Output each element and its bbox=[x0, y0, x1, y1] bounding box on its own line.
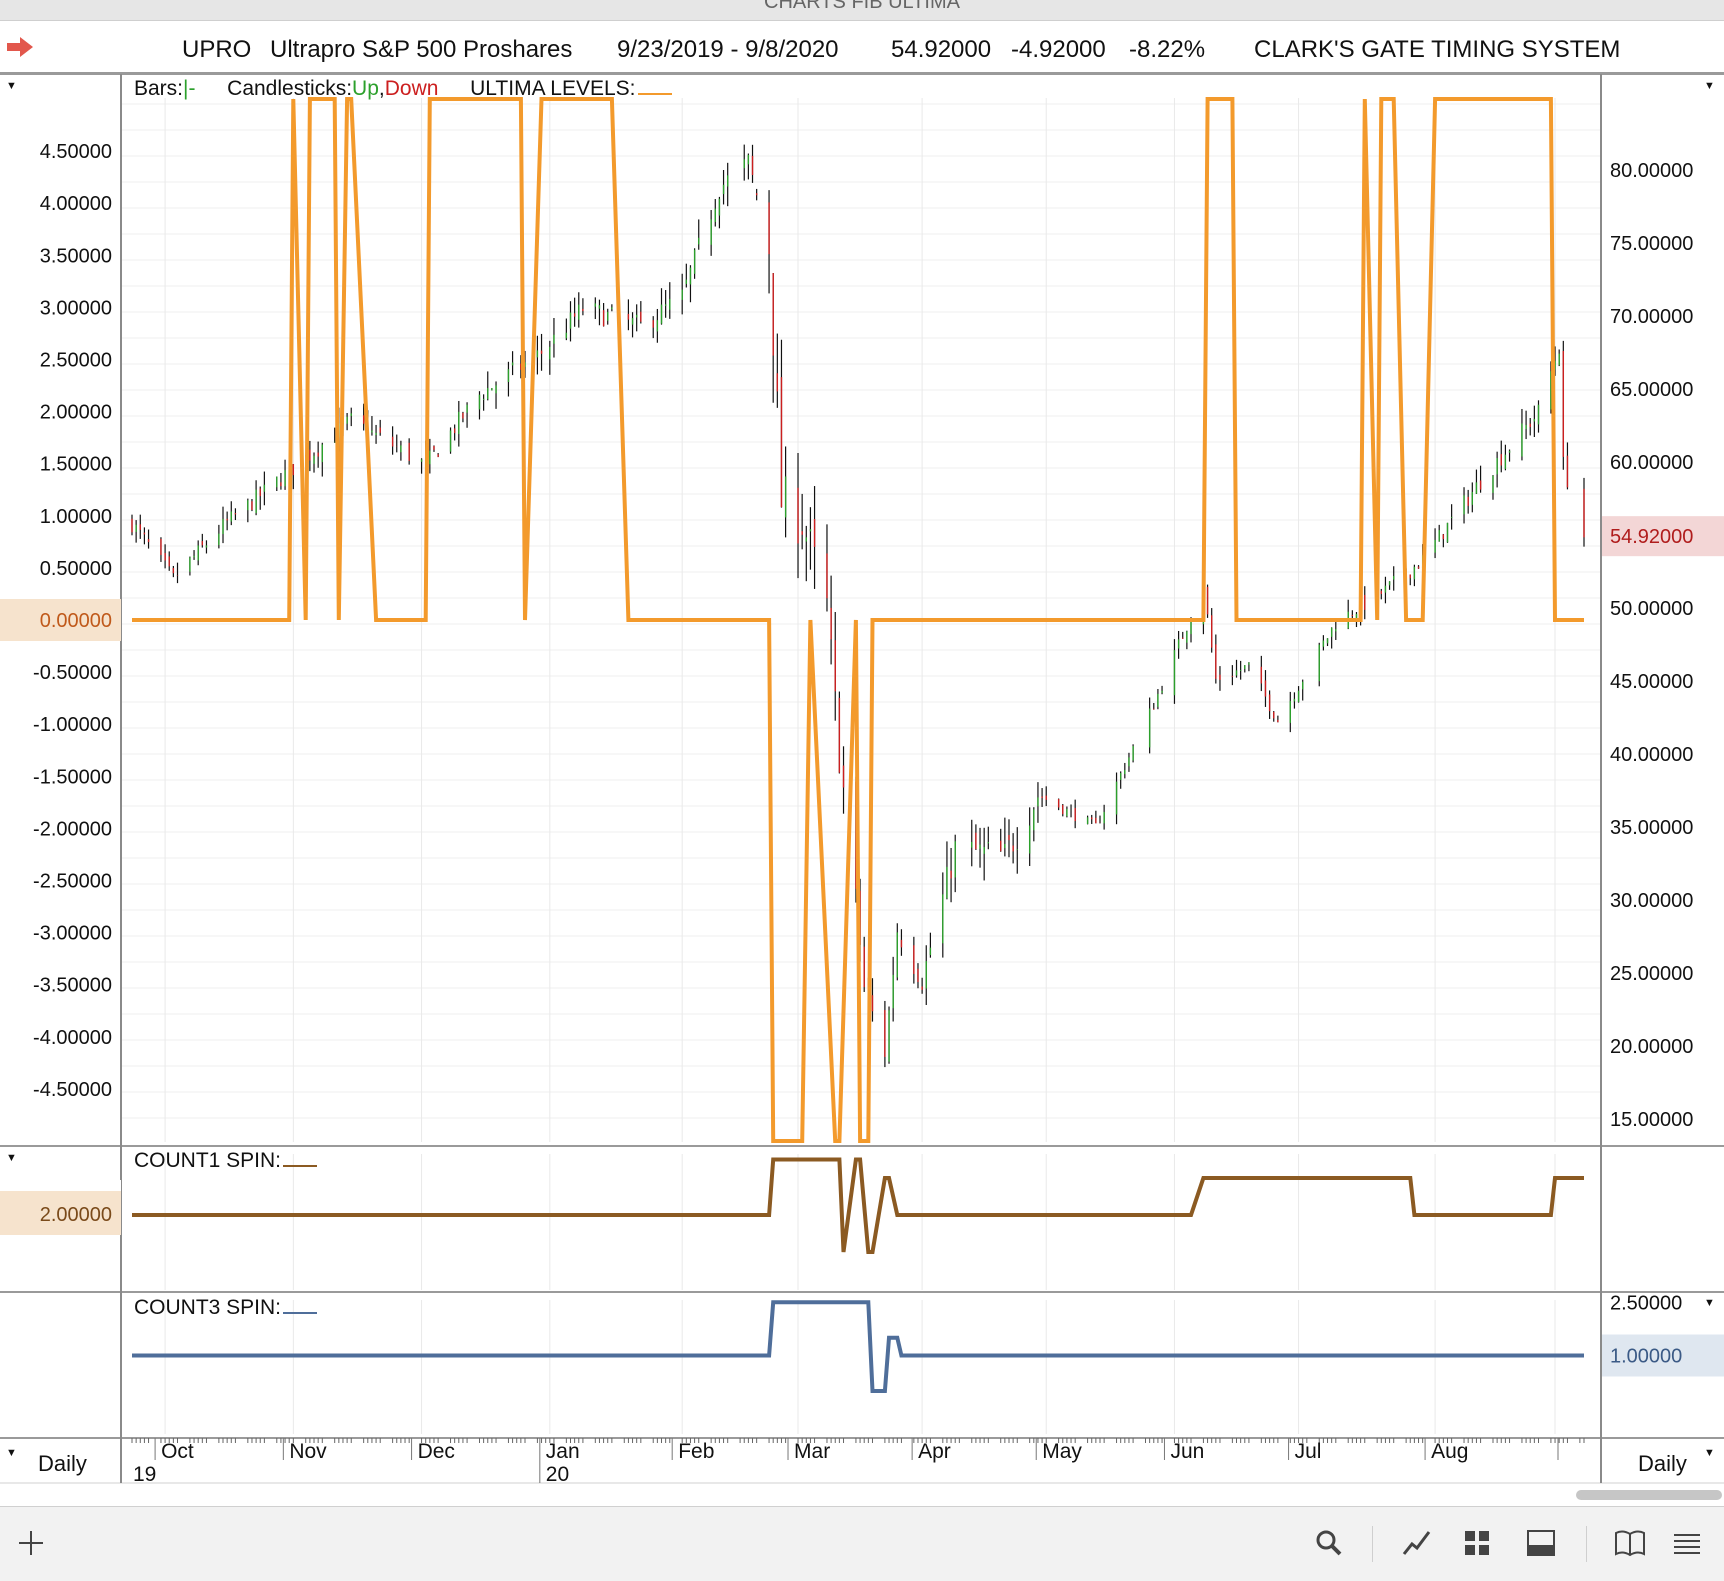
dropdown-icon[interactable]: ▼ bbox=[1704, 1447, 1715, 1459]
x-month-label: Dec bbox=[418, 1440, 455, 1463]
y-tick-label-left: 3.00000 bbox=[40, 297, 112, 319]
periodicity-left[interactable]: Daily bbox=[38, 1451, 87, 1477]
last-price-label: 54.92000 bbox=[1610, 526, 1693, 548]
y-tick-label-right: 50.00000 bbox=[1610, 598, 1693, 620]
y-tick-label-left: -0.50000 bbox=[33, 662, 112, 684]
y-tick-label-left: -2.00000 bbox=[33, 818, 112, 840]
y-tick-label-right: 35.00000 bbox=[1610, 817, 1693, 839]
count3-spin-line bbox=[132, 1300, 1584, 1393]
y-tick-label-right: 30.00000 bbox=[1610, 890, 1693, 912]
y-tick-label-left: 1.50000 bbox=[40, 454, 112, 476]
y-tick-label-left: -3.50000 bbox=[33, 975, 112, 997]
dropdown-icon[interactable]: ▼ bbox=[1704, 80, 1715, 92]
y-tick-label-left: 3.50000 bbox=[40, 245, 112, 267]
y-tick-label-right: 75.00000 bbox=[1610, 233, 1693, 255]
search-icon[interactable] bbox=[1314, 1528, 1344, 1564]
y-tick-label-right: 65.00000 bbox=[1610, 379, 1693, 401]
y-tick-label-left: -3.00000 bbox=[33, 923, 112, 945]
x-month-label: Apr bbox=[918, 1440, 951, 1463]
book-icon[interactable] bbox=[1614, 1528, 1646, 1564]
x-month-label: Oct bbox=[161, 1440, 194, 1463]
dropdown-icon[interactable]: ▼ bbox=[6, 80, 17, 92]
x-month-label: Jan bbox=[546, 1440, 580, 1463]
bars-legend-label: Bars: bbox=[134, 77, 184, 100]
y-tick-label-right: 25.00000 bbox=[1610, 963, 1693, 985]
add-icon[interactable] bbox=[16, 1528, 46, 1564]
ultima-legend-label: ULTIMA LEVELS: bbox=[470, 77, 636, 100]
count3-legend-label: COUNT3 SPIN: bbox=[134, 1296, 282, 1319]
list-icon[interactable] bbox=[1672, 1528, 1702, 1564]
periodicity-right[interactable]: Daily bbox=[1638, 1451, 1687, 1477]
y-tick-label-right: 45.00000 bbox=[1610, 671, 1693, 693]
count3-tick-label: 2.50000 bbox=[1610, 1292, 1682, 1314]
candle-up-label: Up bbox=[352, 77, 379, 100]
panel-icon[interactable] bbox=[1526, 1528, 1556, 1564]
horizontal-scrollbar[interactable] bbox=[1576, 1490, 1722, 1500]
y-tick-label-right: 60.00000 bbox=[1610, 452, 1693, 474]
grid-icon[interactable] bbox=[1462, 1528, 1492, 1564]
candle-down-label: Down bbox=[384, 77, 439, 100]
y-tick-label-right: 70.00000 bbox=[1610, 306, 1693, 328]
dropdown-icon[interactable]: ▼ bbox=[1704, 1297, 1715, 1309]
y-tick-label-right: 40.00000 bbox=[1610, 744, 1693, 766]
ultima-levels-line bbox=[132, 97, 1584, 1143]
count1-legend: COUNT1 SPIN: bbox=[134, 1149, 318, 1173]
count1-current-label: 2.00000 bbox=[40, 1204, 112, 1226]
y-tick-label-left: 0.50000 bbox=[40, 558, 112, 580]
y-tick-label-left: -4.00000 bbox=[33, 1027, 112, 1049]
count3-legend: COUNT3 SPIN: bbox=[134, 1296, 318, 1320]
y-tick-label-right: 80.00000 bbox=[1610, 160, 1693, 182]
count1-spin-line bbox=[132, 1157, 1584, 1254]
y-tick-label-left: 2.50000 bbox=[40, 350, 112, 372]
x-year-label: 19 bbox=[133, 1463, 156, 1486]
y-tick-label-right: 15.00000 bbox=[1610, 1109, 1693, 1131]
x-month-label: Jun bbox=[1170, 1440, 1204, 1463]
x-month-label: Jul bbox=[1295, 1440, 1322, 1463]
y-tick-label-left: -4.50000 bbox=[33, 1079, 112, 1101]
y-tick-label-left: -1.50000 bbox=[33, 766, 112, 788]
chart-canvas[interactable]: 4.50000 4.00000 3.50000 3.00000 2.50000 2.000… bbox=[0, 0, 1724, 1500]
y-tick-label-left: 2.00000 bbox=[40, 402, 112, 424]
dropdown-icon[interactable]: ▼ bbox=[6, 1447, 17, 1459]
bars-legend-glyph: |- bbox=[183, 77, 196, 100]
x-year-label: 20 bbox=[546, 1463, 569, 1486]
x-month-label: Aug bbox=[1431, 1440, 1468, 1463]
y-tick-label-left: 4.00000 bbox=[40, 193, 112, 215]
y-tick-label-left: -2.50000 bbox=[33, 871, 112, 893]
y-tick-label-left: 4.50000 bbox=[40, 141, 112, 163]
y-tick-label-right: 20.00000 bbox=[1610, 1036, 1693, 1058]
x-month-label: Feb bbox=[678, 1440, 714, 1463]
dropdown-icon[interactable]: ▼ bbox=[6, 1152, 17, 1164]
clip-mask bbox=[0, 1180, 121, 1191]
count1-legend-swatch bbox=[283, 1165, 318, 1167]
x-month-label: Mar bbox=[794, 1440, 830, 1463]
current-level-label: 0.00000 bbox=[40, 610, 112, 632]
x-month-label: Nov bbox=[289, 1440, 327, 1463]
y-tick-label-left: -1.00000 bbox=[33, 714, 112, 736]
ultima-legend-swatch bbox=[637, 93, 672, 95]
x-month-label: May bbox=[1042, 1440, 1082, 1463]
count3-legend-swatch bbox=[283, 1312, 318, 1314]
candlesticks-legend-label: Candlesticks: bbox=[227, 77, 353, 100]
price-legend: Bars:|- Candlesticks:Up,Down ULTIMA LEVE… bbox=[134, 77, 672, 101]
y-tick-label-left: 1.00000 bbox=[40, 506, 112, 528]
count3-current-label: 1.00000 bbox=[1610, 1346, 1682, 1368]
line-chart-icon[interactable] bbox=[1402, 1528, 1432, 1564]
count1-legend-label: COUNT1 SPIN: bbox=[134, 1149, 282, 1172]
